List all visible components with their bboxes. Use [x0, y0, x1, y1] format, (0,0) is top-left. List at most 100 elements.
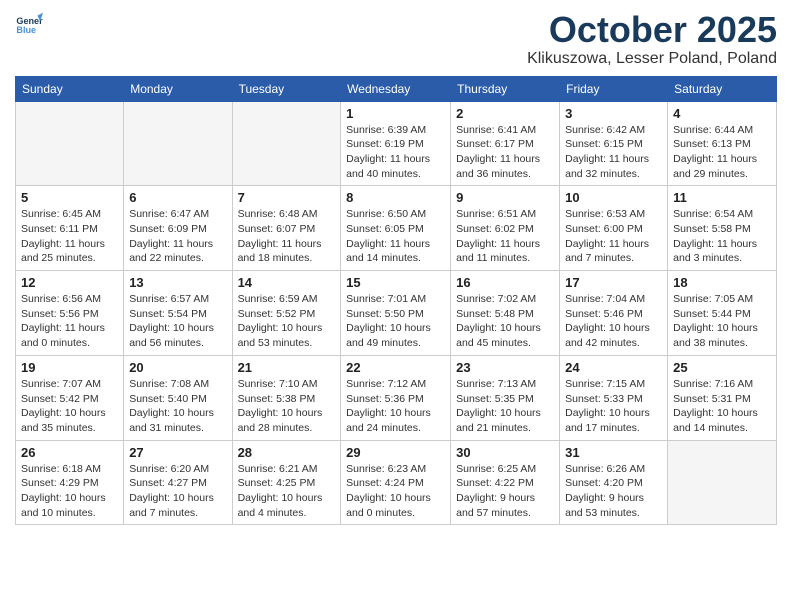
- calendar-week-row: 26 Sunrise: 6:18 AM Sunset: 4:29 PM Dayli…: [16, 440, 777, 525]
- table-row: 13 Sunrise: 6:57 AM Sunset: 5:54 PM Dayli…: [124, 271, 232, 356]
- table-row: 5Sunrise: 6:45 AM Sunset: 6:11 PM Daylig…: [16, 186, 124, 271]
- day-info: Sunrise: 6:56 AM Sunset: 5:56 PM Dayligh…: [21, 292, 118, 351]
- day-number: 21: [238, 360, 336, 375]
- day-info: Sunrise: 7:02 AM Sunset: 5:48 PM Dayligh…: [456, 292, 554, 351]
- calendar-header-row: Sunday Monday Tuesday Wednesday Thursday…: [16, 76, 777, 101]
- table-row: 22 Sunrise: 7:12 AM Sunset: 5:36 PM Dayli…: [341, 355, 451, 440]
- day-info: Sunrise: 6:39 AM Sunset: 6:19 PM Dayligh…: [346, 123, 445, 182]
- day-number: 25: [673, 360, 771, 375]
- day-info: Sunrise: 7:16 AM Sunset: 5:31 PM Dayligh…: [673, 377, 771, 436]
- table-row: 11 Sunrise: 6:54 AM Sunset: 5:58 PM Dayli…: [668, 186, 777, 271]
- day-number: 28: [238, 445, 336, 460]
- table-row: [124, 101, 232, 186]
- day-number: 16: [456, 275, 554, 290]
- table-row: 7 Sunrise: 6:48 AM Sunset: 6:07 PM Daylig…: [232, 186, 341, 271]
- table-row: 15 Sunrise: 7:01 AM Sunset: 5:50 PM Dayli…: [341, 271, 451, 356]
- day-number: 1: [346, 106, 445, 121]
- header-thursday: Thursday: [451, 76, 560, 101]
- day-info: Sunrise: 7:01 AM Sunset: 5:50 PM Dayligh…: [346, 292, 445, 351]
- day-number: 11: [673, 190, 771, 205]
- day-info: Sunrise: 6:54 AM Sunset: 5:58 PM Dayligh…: [673, 207, 771, 266]
- table-row: 21 Sunrise: 7:10 AM Sunset: 5:38 PM Dayli…: [232, 355, 341, 440]
- header-wednesday: Wednesday: [341, 76, 451, 101]
- table-row: 14 Sunrise: 6:59 AM Sunset: 5:52 PM Dayli…: [232, 271, 341, 356]
- day-number: 17: [565, 275, 662, 290]
- calendar-week-row: 1 Sunrise: 6:39 AM Sunset: 6:19 PM Daylig…: [16, 101, 777, 186]
- day-info: Sunrise: 6:42 AM Sunset: 6:15 PM Dayligh…: [565, 123, 662, 182]
- table-row: 19Sunrise: 7:07 AM Sunset: 5:42 PM Dayli…: [16, 355, 124, 440]
- table-row: 17Sunrise: 7:04 AM Sunset: 5:46 PM Dayli…: [560, 271, 668, 356]
- day-number: 20: [129, 360, 226, 375]
- svg-text:Blue: Blue: [16, 25, 36, 35]
- table-row: 1 Sunrise: 6:39 AM Sunset: 6:19 PM Daylig…: [341, 101, 451, 186]
- day-number: 9: [456, 190, 554, 205]
- table-row: 8 Sunrise: 6:50 AM Sunset: 6:05 PM Daylig…: [341, 186, 451, 271]
- day-info: Sunrise: 6:51 AM Sunset: 6:02 PM Dayligh…: [456, 207, 554, 266]
- table-row: 20Sunrise: 7:08 AM Sunset: 5:40 PM Dayli…: [124, 355, 232, 440]
- day-number: 23: [456, 360, 554, 375]
- day-info: Sunrise: 7:12 AM Sunset: 5:36 PM Dayligh…: [346, 377, 445, 436]
- day-info: Sunrise: 6:18 AM Sunset: 4:29 PM Dayligh…: [21, 462, 118, 521]
- day-number: 18: [673, 275, 771, 290]
- day-info: Sunrise: 6:44 AM Sunset: 6:13 PM Dayligh…: [673, 123, 771, 182]
- day-info: Sunrise: 6:59 AM Sunset: 5:52 PM Dayligh…: [238, 292, 336, 351]
- logo: General Blue: [15, 10, 47, 38]
- day-info: Sunrise: 7:13 AM Sunset: 5:35 PM Dayligh…: [456, 377, 554, 436]
- day-number: 13: [129, 275, 226, 290]
- table-row: 26 Sunrise: 6:18 AM Sunset: 4:29 PM Dayli…: [16, 440, 124, 525]
- table-row: 25 Sunrise: 7:16 AM Sunset: 5:31 PM Dayli…: [668, 355, 777, 440]
- month-title: October 2025: [527, 10, 777, 50]
- table-row: 29Sunrise: 6:23 AM Sunset: 4:24 PM Dayli…: [341, 440, 451, 525]
- day-info: Sunrise: 6:20 AM Sunset: 4:27 PM Dayligh…: [129, 462, 226, 521]
- calendar-week-row: 12 Sunrise: 6:56 AM Sunset: 5:56 PM Dayli…: [16, 271, 777, 356]
- table-row: 18 Sunrise: 7:05 AM Sunset: 5:44 PM Dayli…: [668, 271, 777, 356]
- day-info: Sunrise: 6:57 AM Sunset: 5:54 PM Dayligh…: [129, 292, 226, 351]
- day-info: Sunrise: 7:10 AM Sunset: 5:38 PM Dayligh…: [238, 377, 336, 436]
- day-number: 26: [21, 445, 118, 460]
- table-row: 9 Sunrise: 6:51 AM Sunset: 6:02 PM Daylig…: [451, 186, 560, 271]
- day-number: 14: [238, 275, 336, 290]
- day-number: 27: [129, 445, 226, 460]
- day-number: 15: [346, 275, 445, 290]
- table-row: 31Sunrise: 6:26 AM Sunset: 4:20 PM Dayli…: [560, 440, 668, 525]
- day-info: Sunrise: 6:53 AM Sunset: 6:00 PM Dayligh…: [565, 207, 662, 266]
- logo-icon: General Blue: [15, 10, 43, 38]
- day-number: 10: [565, 190, 662, 205]
- day-number: 30: [456, 445, 554, 460]
- calendar-table: Sunday Monday Tuesday Wednesday Thursday…: [15, 76, 777, 526]
- table-row: 4 Sunrise: 6:44 AM Sunset: 6:13 PM Daylig…: [668, 101, 777, 186]
- table-row: 28 Sunrise: 6:21 AM Sunset: 4:25 PM Dayli…: [232, 440, 341, 525]
- table-row: 3 Sunrise: 6:42 AM Sunset: 6:15 PM Daylig…: [560, 101, 668, 186]
- day-info: Sunrise: 6:48 AM Sunset: 6:07 PM Dayligh…: [238, 207, 336, 266]
- day-number: 7: [238, 190, 336, 205]
- day-number: 8: [346, 190, 445, 205]
- day-info: Sunrise: 6:47 AM Sunset: 6:09 PM Dayligh…: [129, 207, 226, 266]
- day-number: 6: [129, 190, 226, 205]
- header-tuesday: Tuesday: [232, 76, 341, 101]
- day-info: Sunrise: 6:50 AM Sunset: 6:05 PM Dayligh…: [346, 207, 445, 266]
- day-info: Sunrise: 7:15 AM Sunset: 5:33 PM Dayligh…: [565, 377, 662, 436]
- day-number: 2: [456, 106, 554, 121]
- table-row: 2 Sunrise: 6:41 AM Sunset: 6:17 PM Daylig…: [451, 101, 560, 186]
- day-info: Sunrise: 6:23 AM Sunset: 4:24 PM Dayligh…: [346, 462, 445, 521]
- header-monday: Monday: [124, 76, 232, 101]
- day-number: 4: [673, 106, 771, 121]
- day-info: Sunrise: 6:26 AM Sunset: 4:20 PM Dayligh…: [565, 462, 662, 521]
- day-number: 3: [565, 106, 662, 121]
- header: General Blue October 2025 Klikuszowa, Le…: [15, 10, 777, 68]
- day-info: Sunrise: 6:25 AM Sunset: 4:22 PM Dayligh…: [456, 462, 554, 521]
- header-sunday: Sunday: [16, 76, 124, 101]
- location: Klikuszowa, Lesser Poland, Poland: [527, 50, 777, 68]
- table-row: 30 Sunrise: 6:25 AM Sunset: 4:22 PM Dayli…: [451, 440, 560, 525]
- table-row: 27 Sunrise: 6:20 AM Sunset: 4:27 PM Dayli…: [124, 440, 232, 525]
- day-info: Sunrise: 7:05 AM Sunset: 5:44 PM Dayligh…: [673, 292, 771, 351]
- day-info: Sunrise: 6:21 AM Sunset: 4:25 PM Dayligh…: [238, 462, 336, 521]
- day-info: Sunrise: 6:45 AM Sunset: 6:11 PM Dayligh…: [21, 207, 118, 266]
- day-info: Sunrise: 6:41 AM Sunset: 6:17 PM Dayligh…: [456, 123, 554, 182]
- day-number: 24: [565, 360, 662, 375]
- table-row: [232, 101, 341, 186]
- calendar-week-row: 5Sunrise: 6:45 AM Sunset: 6:11 PM Daylig…: [16, 186, 777, 271]
- day-number: 12: [21, 275, 118, 290]
- day-number: 22: [346, 360, 445, 375]
- table-row: 12 Sunrise: 6:56 AM Sunset: 5:56 PM Dayli…: [16, 271, 124, 356]
